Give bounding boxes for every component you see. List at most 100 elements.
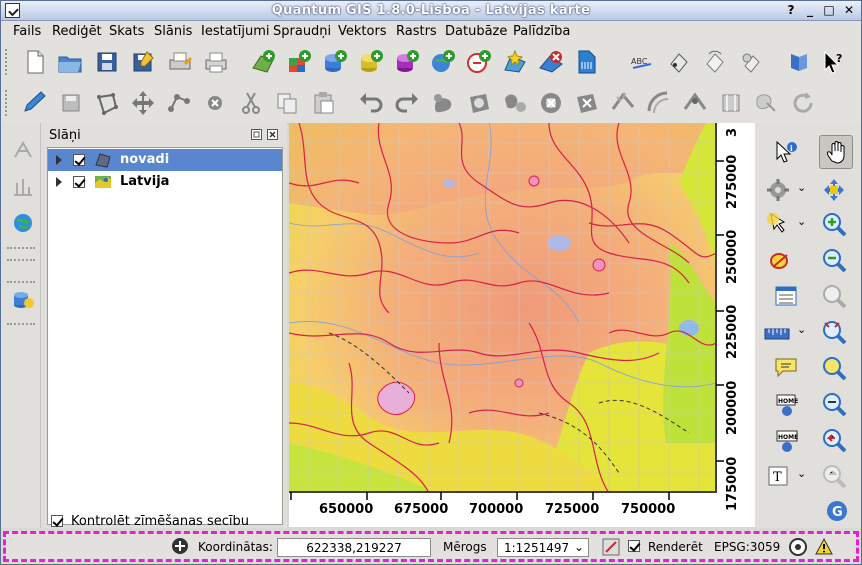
menu-fails[interactable]: Fails [13, 24, 41, 39]
layer-row-novadi[interactable]: novadi [48, 149, 282, 171]
stop-render-icon[interactable] [602, 538, 620, 556]
globe-icon[interactable] [11, 211, 35, 235]
redo-icon[interactable] [393, 89, 421, 117]
menu-rediget[interactable]: Rediģēt [52, 24, 102, 39]
measure-line-icon[interactable] [763, 321, 791, 343]
print-composer-icon[interactable] [166, 48, 194, 76]
coordinate-toggle-icon[interactable] [170, 536, 190, 556]
open-project-icon[interactable] [56, 48, 84, 76]
merge-attributes-icon[interactable] [753, 89, 781, 117]
warning-icon[interactable] [814, 537, 834, 557]
dropdown-arrow-icon[interactable]: ⌄ [797, 215, 806, 228]
rotate-point-symbols-icon[interactable] [789, 89, 817, 117]
minimize-button[interactable]: _ [802, 3, 818, 18]
scale-combo[interactable]: 1:1251497 ⌄ [497, 538, 589, 557]
menu-rastrs[interactable]: Rastrs [396, 24, 437, 39]
layer-visibility-checkbox[interactable] [73, 176, 85, 188]
add-mssql-layer-icon[interactable] [393, 48, 421, 76]
add-vector-layer-icon[interactable] [249, 48, 277, 76]
split-features-icon[interactable] [681, 89, 709, 117]
db-manager-icon[interactable] [11, 287, 35, 311]
dock-grip[interactable] [7, 247, 35, 249]
dropdown-arrow-icon[interactable]: ⌄ [797, 467, 806, 480]
labeling-icon[interactable]: ABC [629, 48, 657, 76]
add-wms-layer-icon[interactable] [429, 48, 457, 76]
node-tool-icon[interactable] [165, 89, 193, 117]
add-feature-icon[interactable] [93, 89, 121, 117]
show-bookmarks-icon[interactable]: HOME [773, 427, 801, 453]
move-feature-icon[interactable] [129, 89, 157, 117]
new-shapefile-icon[interactable] [501, 48, 529, 76]
add-ring-icon[interactable] [465, 89, 493, 117]
add-raster-layer-icon[interactable] [285, 48, 313, 76]
map-tips-icon[interactable] [773, 355, 799, 381]
dropdown-arrow-icon[interactable]: ⌄ [797, 181, 806, 194]
render-order-checkbox[interactable] [51, 515, 63, 527]
render-checkbox[interactable] [628, 540, 640, 552]
undo-icon[interactable] [357, 89, 385, 117]
map-canvas[interactable] [289, 123, 716, 493]
menu-palidziba[interactable]: Palīdzība [513, 24, 570, 39]
select-features-icon[interactable] [765, 211, 791, 237]
new-project-icon[interactable] [21, 48, 49, 76]
menu-skats[interactable]: Skats [109, 24, 144, 39]
zoom-previous-icon[interactable] [821, 427, 847, 453]
dock-grip[interactable] [7, 281, 35, 283]
dock-grip[interactable] [7, 259, 35, 261]
toolbar-grip[interactable] [5, 49, 8, 75]
deselect-all-icon[interactable] [769, 247, 795, 273]
layer-visibility-checkbox[interactable] [73, 154, 85, 166]
text-annotation-icon[interactable]: T [765, 463, 791, 489]
zoom-out-icon[interactable] [821, 247, 847, 273]
identify-icon[interactable]: i [773, 139, 799, 165]
add-spatialite-layer-icon[interactable] [357, 48, 385, 76]
add-wcs-layer-icon[interactable] [465, 48, 493, 76]
add-part-icon[interactable] [501, 89, 529, 117]
layer-row-latvija[interactable]: Latvija [48, 171, 282, 193]
cut-features-icon[interactable] [237, 89, 265, 117]
change-label-icon[interactable] [737, 48, 765, 76]
zoom-to-selection-icon[interactable] [821, 355, 847, 381]
expand-arrow-icon[interactable] [56, 155, 62, 165]
save-as-icon[interactable] [129, 48, 157, 76]
add-postgis-layer-icon[interactable] [321, 48, 349, 76]
add-delimited-text-icon[interactable] [573, 48, 601, 76]
whats-this-icon[interactable]: ? [819, 48, 847, 76]
copy-features-icon[interactable] [273, 89, 301, 117]
delete-part-icon[interactable] [573, 89, 601, 117]
paste-features-icon[interactable] [309, 89, 337, 117]
crs-status[interactable]: EPSG:3059 [714, 540, 780, 554]
dock-grip[interactable] [7, 323, 35, 325]
delete-ring-icon[interactable] [537, 89, 565, 117]
merge-features-icon[interactable] [717, 89, 745, 117]
menu-iestatijumi[interactable]: Iestatījumi [201, 24, 270, 39]
save-edits-icon[interactable] [57, 89, 85, 117]
zoom-in-icon[interactable] [821, 211, 847, 237]
menu-vektors[interactable]: Vektors [338, 24, 387, 39]
gps-info-icon[interactable]: G [825, 499, 849, 523]
attribute-table-icon[interactable] [773, 283, 799, 309]
close-panel-icon[interactable] [267, 129, 278, 140]
move-label-icon[interactable] [665, 48, 693, 76]
menu-datubaze[interactable]: Datubāze [445, 24, 507, 39]
maximize-button[interactable]: □ [821, 3, 837, 18]
expand-arrow-icon[interactable] [56, 177, 62, 187]
gps-track-icon[interactable] [11, 139, 35, 163]
toolbar-grip[interactable] [5, 90, 8, 116]
menu-spraudni[interactable]: Spraudņi [273, 24, 331, 39]
help-button[interactable]: ? [783, 3, 799, 18]
zoom-to-layer-icon[interactable] [821, 319, 847, 345]
reshape-features-icon[interactable] [609, 89, 637, 117]
histogram-icon[interactable] [11, 175, 35, 199]
toggle-editing-icon[interactable] [21, 89, 49, 117]
zoom-last-icon[interactable] [821, 391, 847, 417]
float-panel-icon[interactable] [251, 129, 262, 140]
new-bookmark-icon[interactable]: HOME [773, 391, 801, 417]
zoom-full-disabled-icon[interactable] [821, 283, 847, 309]
print-icon[interactable] [202, 48, 230, 76]
delete-selected-icon[interactable] [201, 89, 229, 117]
zoom-next-disabled-icon[interactable] [821, 463, 847, 489]
menu-slanis[interactable]: Slānis [154, 24, 192, 39]
scale-dropdown-icon[interactable]: ⌄ [574, 540, 584, 554]
coords-field[interactable]: 622338,219227 [277, 538, 431, 557]
